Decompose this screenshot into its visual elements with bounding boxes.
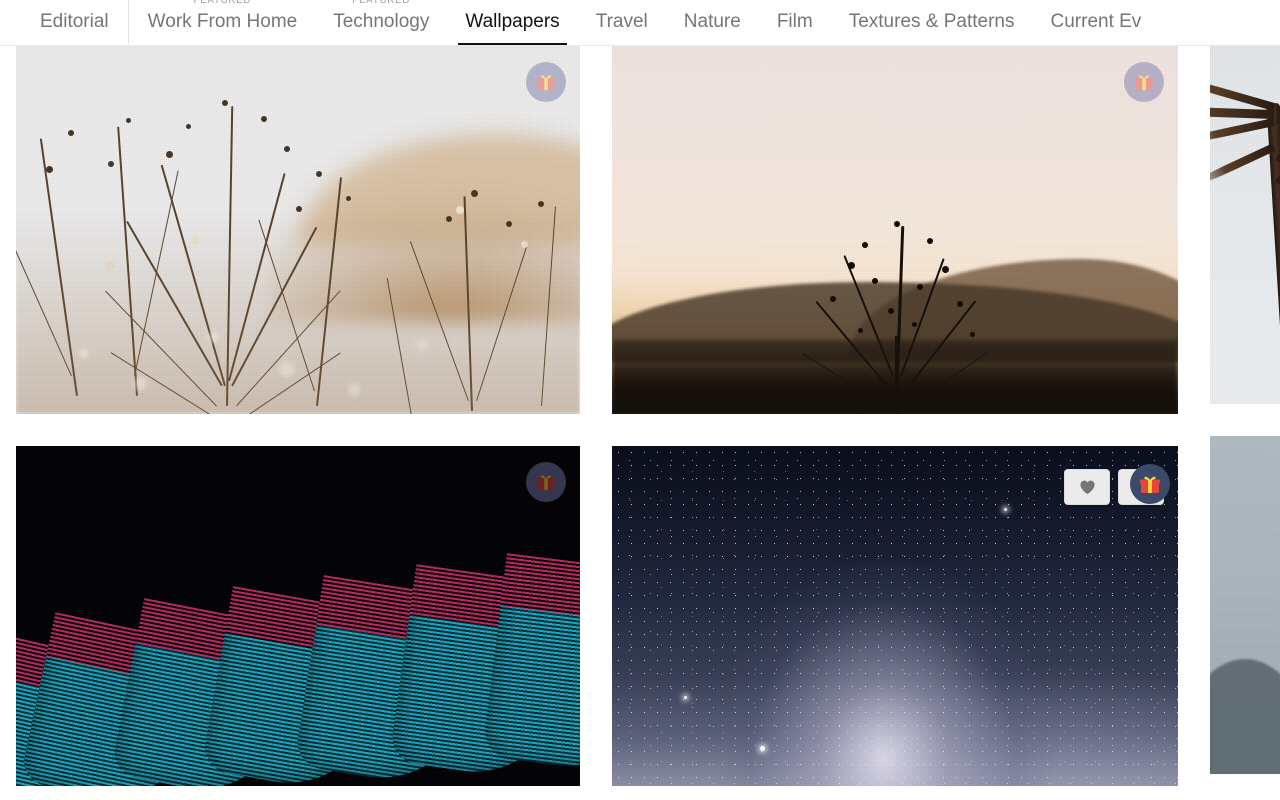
gift-icon-badge[interactable] (1130, 464, 1170, 504)
nav-item-label: Nature (683, 11, 741, 32)
nav-item-featured-kicker: FEATURED (193, 0, 252, 6)
nav-item-label: Film (776, 11, 813, 32)
nav-item-label: Editorial (40, 11, 109, 32)
nav-item-travel[interactable]: Travel (578, 0, 666, 45)
nav-item-wallpapers[interactable]: Wallpapers (447, 0, 577, 45)
photo-image (16, 46, 580, 414)
photo-card-sunset-tree-silhouette[interactable] (612, 46, 1178, 414)
nav-item-featured-kicker: FEATURED (352, 0, 411, 6)
like-button[interactable] (1064, 469, 1110, 505)
photo-image (612, 46, 1178, 414)
nav-item-label: Current Ev (1050, 11, 1142, 32)
photo-card-milky-way[interactable] (612, 446, 1178, 786)
heart-icon (1079, 480, 1095, 495)
photo-card-palm-tree[interactable] (1210, 46, 1280, 404)
gift-icon-badge[interactable] (1124, 62, 1164, 102)
gift-icon (1134, 75, 1154, 91)
photo-image (1210, 46, 1280, 404)
gift-icon (536, 475, 556, 491)
photo-grid-column-3 (1210, 46, 1280, 774)
nav-divider (127, 0, 129, 44)
category-nav-list: Editorial FEATURED Work From Home FEATUR… (0, 0, 1280, 45)
category-nav[interactable]: Editorial FEATURED Work From Home FEATUR… (0, 0, 1280, 46)
nav-item-label: Technology (333, 11, 430, 32)
photo-grid (0, 46, 1280, 800)
nav-item-current-events[interactable]: Current Ev (1033, 0, 1160, 45)
photo-image (16, 446, 580, 786)
photo-card-teal-stadium-fins[interactable] (16, 446, 580, 786)
nav-item-technology[interactable]: FEATURED Technology (315, 0, 447, 45)
gift-icon-badge[interactable] (526, 462, 566, 502)
photo-grid-column-2 (612, 46, 1178, 786)
nav-item-label: Work From Home (147, 11, 298, 32)
nav-item-label: Wallpapers (465, 11, 560, 32)
nav-item-label: Travel (595, 11, 648, 32)
photo-image (1210, 436, 1280, 774)
nav-item-editorial[interactable]: Editorial (22, 0, 127, 45)
nav-item-label: Textures & Patterns (848, 11, 1015, 32)
photo-card-dried-wildflowers[interactable] (16, 46, 580, 414)
gift-icon (536, 75, 556, 91)
nav-item-nature[interactable]: Nature (666, 0, 759, 45)
gift-icon-badge[interactable] (526, 62, 566, 102)
gift-icon (1140, 476, 1160, 493)
nav-item-film[interactable]: Film (759, 0, 831, 45)
photo-grid-column-1 (16, 46, 580, 786)
photo-card-misty-mountain[interactable] (1210, 436, 1280, 774)
nav-item-work-from-home[interactable]: FEATURED Work From Home (130, 0, 316, 45)
nav-item-textures-and-patterns[interactable]: Textures & Patterns (831, 0, 1033, 45)
